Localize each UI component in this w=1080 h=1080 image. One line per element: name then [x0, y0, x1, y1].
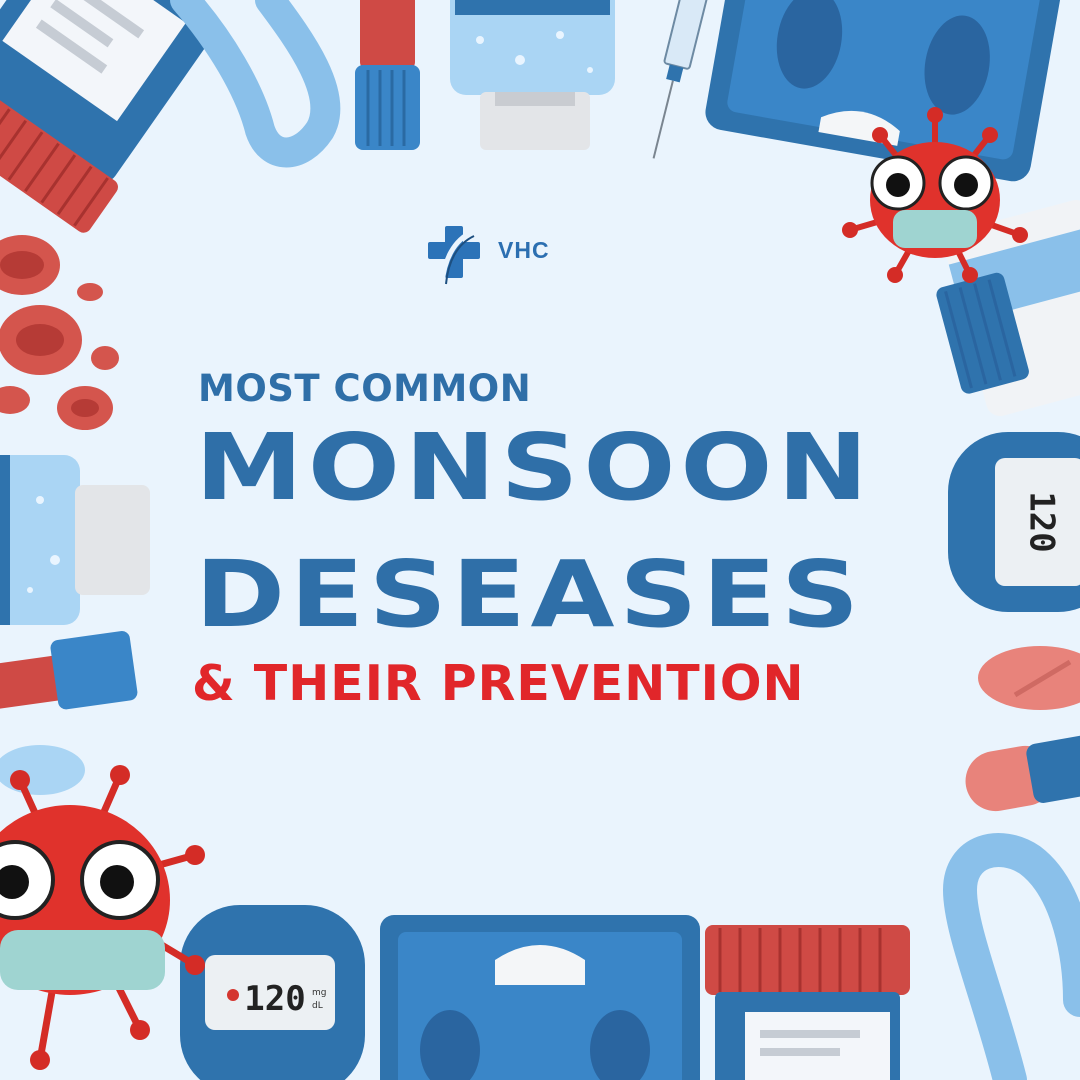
poster: 120 120 mg dL VHC MOST COMMON MONSOON DE…	[0, 0, 1080, 1080]
weighing-scale-bottom-icon	[380, 915, 700, 1080]
virus-mascot-bottom-left-icon	[0, 765, 205, 1070]
headline-prevention: & THEIR PREVENTION	[192, 655, 805, 712]
capsule-icon	[965, 731, 1080, 812]
decorative-illustrations: 120 120 mg dL	[0, 0, 1080, 1080]
meter-reading-bottom: 120	[244, 979, 305, 1019]
left-test-tube-icon	[0, 630, 138, 711]
blood-cells-icon	[0, 235, 119, 430]
pill-icon	[0, 745, 85, 795]
left-bottle-icon	[0, 455, 150, 625]
awareness-ribbon-icon	[170, 0, 341, 168]
headline-most-common: MOST COMMON	[198, 367, 532, 410]
weighing-scale-icon	[705, 0, 1063, 182]
medical-cross-icon	[428, 226, 480, 285]
test-tube-icon	[355, 0, 420, 150]
headline-deseases: DESEASES	[195, 541, 864, 648]
vhc-logo: VHC	[424, 222, 574, 286]
awareness-ribbon-bottom-icon	[942, 833, 1080, 1080]
logo-text: VHC	[498, 237, 550, 263]
tablet-icon	[978, 646, 1080, 710]
meter-unit-top: mg	[312, 988, 326, 998]
headline-monsoon: MONSOON	[195, 414, 873, 521]
medicine-bottle-icon	[450, 0, 615, 150]
syringe-icon	[652, 0, 711, 159]
jar-bottom-icon	[705, 925, 910, 1080]
glucose-meter-bottom-icon: 120 mg dL	[180, 905, 365, 1080]
meter-unit-bottom: dL	[312, 1001, 323, 1011]
